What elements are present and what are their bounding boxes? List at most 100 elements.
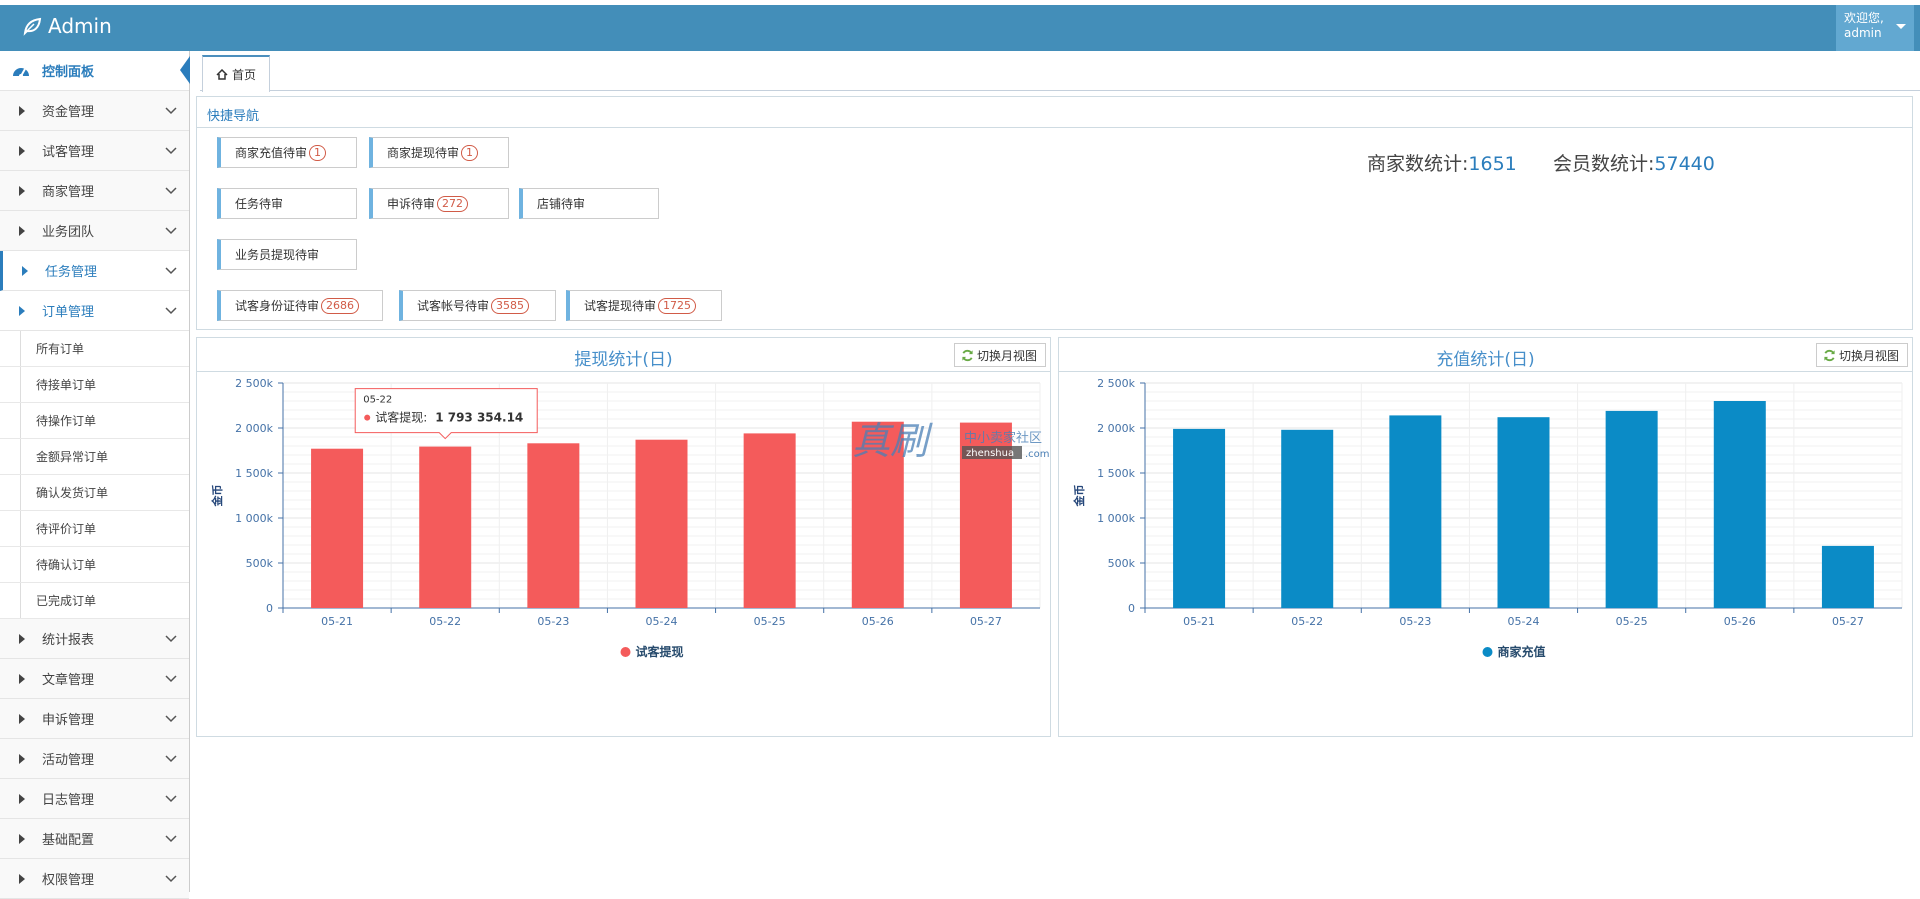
sidebar-item-label: 基础配置 (42, 833, 95, 848)
sidebar-item-sales-team[interactable]: 业务团队 (0, 211, 189, 251)
sidebar-item-funds[interactable]: 资金管理 (0, 91, 189, 131)
sidebar-subitem-order[interactable]: 待确认订单 (0, 547, 189, 583)
quick-nav-button[interactable]: 商家提现待审 1 (369, 137, 509, 168)
sidebar-item-label: 活动管理 (42, 753, 95, 768)
switch-label: 切换月视图 (1838, 348, 1899, 363)
x-tick-label: 05-27 (970, 615, 1002, 628)
quick-nav-button[interactable]: 试客提现待审 1725 (566, 290, 722, 321)
sidebar-subitem-label: 确认发货订单 (36, 486, 109, 500)
sidebar-item-permissions[interactable]: 权限管理 (0, 859, 189, 899)
sidebar-subitem-order[interactable]: 待评价订单 (0, 511, 189, 547)
member-count-label: 会员数统计: (1553, 153, 1655, 175)
bar[interactable] (1281, 429, 1334, 608)
bar[interactable] (527, 443, 580, 608)
chevron-down-icon (165, 107, 177, 115)
sidebar-item-activities[interactable]: 活动管理 (0, 739, 189, 779)
quick-nav-button[interactable]: 任务待审 (217, 188, 357, 219)
sidebar-item-reports[interactable]: 统计报表 (0, 619, 189, 659)
sidebar-subitem-order[interactable]: 待操作订单 (0, 403, 189, 439)
sidebar-item-dashboard[interactable]: 控制面板 (0, 51, 190, 91)
chevron-down-icon (165, 675, 177, 683)
bar[interactable] (1821, 545, 1874, 608)
x-tick-label: 05-26 (1724, 615, 1756, 628)
bar[interactable] (311, 448, 364, 608)
switch-month-view-button[interactable]: 切换月视图 (1815, 343, 1908, 367)
bar[interactable] (1713, 401, 1766, 608)
legend-label[interactable]: 商家充值 (1498, 644, 1546, 659)
x-tick-label: 05-23 (1399, 615, 1431, 628)
sidebar-item-label: 商家管理 (42, 185, 95, 200)
legend-label[interactable]: 试客提现 (636, 644, 684, 659)
count-badge: 3585 (491, 297, 530, 314)
sidebar-subitem-label: 金额异常订单 (36, 450, 109, 464)
caret-right-icon (19, 754, 25, 764)
bar[interactable] (1497, 417, 1550, 608)
sidebar-item-merchants[interactable]: 商家管理 (0, 171, 189, 211)
quick-nav-panel: 快捷导航 商家数统计:1651 会员数统计:57440 商家充值待审 1 商家提现待… (196, 96, 1913, 330)
quick-nav-button[interactable]: 试客身份证待审 2686 (217, 290, 383, 321)
x-tick-label: 05-22 (429, 615, 461, 628)
quick-nav-label: 业务员提现待审 (235, 248, 320, 262)
sidebar: 控制面板 资金管理试客管理商家管理业务团队任务管理订单管理所有订单待接单订单 待操… (0, 51, 190, 899)
chevron-down-icon (165, 227, 177, 235)
caret-right-icon (19, 226, 25, 236)
bar[interactable] (1605, 410, 1658, 608)
x-tick-label: 05-27 (1832, 615, 1864, 628)
quick-nav-button[interactable]: 店铺待审 (519, 188, 659, 219)
bar[interactable] (1389, 415, 1442, 608)
withdraw-chart-panel: 提现统计(日) 切换月视图 0 500k 1 000k 1 500k 2 000k 2 5… (196, 337, 1051, 737)
refresh-icon (1824, 349, 1835, 361)
chart-title: 提现统计(日) (574, 350, 673, 370)
sidebar-item-tasks[interactable]: 任务管理 (0, 251, 189, 291)
chevron-down-icon (165, 875, 177, 883)
quick-nav-button[interactable]: 试客帐号待审 3585 (399, 290, 556, 321)
bar[interactable] (635, 439, 688, 608)
watermark-sub3: .com (1025, 449, 1050, 460)
sidebar-item-articles[interactable]: 文章管理 (0, 659, 189, 699)
x-tick-label: 05-24 (1508, 615, 1540, 628)
sidebar-subitem-label: 所有订单 (36, 342, 85, 356)
member-count: 57440 (1654, 153, 1715, 175)
quick-nav-label: 商家提现待审 (387, 146, 460, 160)
quick-nav-label: 商家充值待审 (235, 146, 308, 160)
chevron-down-icon (165, 307, 177, 315)
bar[interactable] (1173, 428, 1226, 608)
tree-line (20, 403, 21, 438)
recharge-bar-chart: 0 500k 1 000k 1 500k 2 000k 2 500k 金币 05-21 05-2… (1072, 377, 1903, 659)
sidebar-item-label: 业务团队 (42, 225, 95, 240)
chevron-down-icon (165, 187, 177, 195)
bar[interactable] (419, 446, 472, 608)
count-badge: 272 (437, 195, 469, 212)
tooltip-value: 1 793 354.14 (435, 411, 523, 425)
sidebar-item-label: 资金管理 (42, 105, 95, 120)
sidebar-subitem-order[interactable]: 已完成订单 (0, 583, 189, 619)
sidebar-item-label: 权限管理 (42, 873, 95, 888)
sidebar-subitem-order[interactable]: 所有订单 (0, 331, 189, 367)
sidebar-item-label: 订单管理 (42, 305, 95, 320)
quick-nav-button[interactable]: 商家充值待审 1 (217, 137, 357, 168)
switch-label: 切换月视图 (976, 348, 1037, 363)
chart-tooltip: 05-22 试客提现: 1 793 354.14 (354, 388, 538, 440)
sidebar-subitem-order[interactable]: 待接单订单 (0, 367, 189, 403)
x-tick-label: 05-25 (1616, 615, 1648, 628)
tab-home[interactable]: 首页 (202, 55, 270, 92)
user-menu[interactable]: 欢迎您, admin (1836, 5, 1914, 51)
bar[interactable] (743, 433, 796, 608)
sidebar-subitem-order[interactable]: 确认发货订单 (0, 475, 189, 511)
quick-nav-button[interactable]: 业务员提现待审 (217, 239, 357, 270)
chevron-down-icon (165, 795, 177, 803)
active-indicator (180, 56, 190, 84)
chart-header: 提现统计(日) 切换月视图 (197, 338, 1050, 372)
sidebar-item-label: 任务管理 (45, 265, 98, 280)
quick-nav-button[interactable]: 申诉待审 272 (369, 188, 509, 219)
sidebar-subitem-order[interactable]: 金额异常订单 (0, 439, 189, 475)
y-tick-label: 1 000k (1097, 512, 1135, 525)
y-tick-label: 500k (1108, 557, 1136, 570)
switch-month-view-button[interactable]: 切换月视图 (953, 343, 1046, 367)
sidebar-item-testers[interactable]: 试客管理 (0, 131, 189, 171)
sidebar-item-logs[interactable]: 日志管理 (0, 779, 189, 819)
sidebar-item-settings[interactable]: 基础配置 (0, 819, 189, 859)
sidebar-item-orders[interactable]: 订单管理 (0, 291, 189, 331)
sidebar-item-appeals[interactable]: 申诉管理 (0, 699, 189, 739)
brand[interactable]: Admin (22, 14, 112, 38)
